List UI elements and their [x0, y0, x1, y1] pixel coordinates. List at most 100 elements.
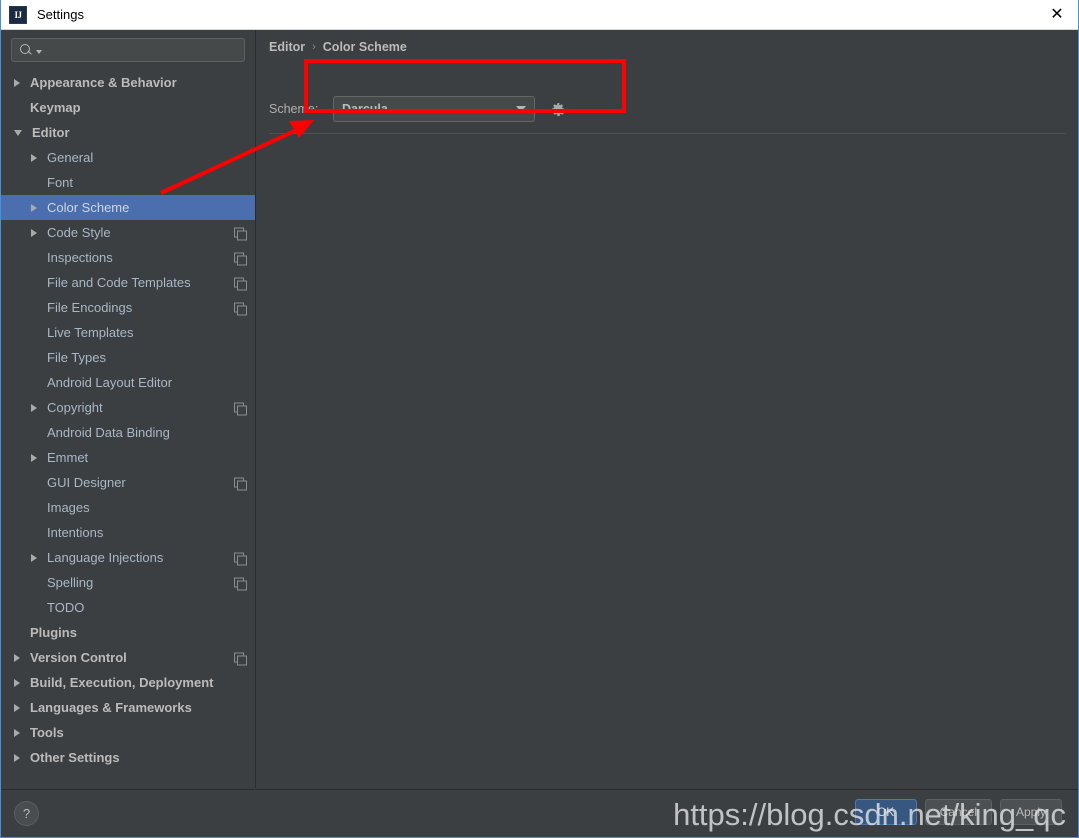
copy-icon[interactable]	[234, 227, 247, 240]
sidebar-item-editor[interactable]: Editor	[1, 120, 255, 145]
cancel-button[interactable]: Cancel	[924, 799, 992, 825]
sidebar-item-android-data-binding[interactable]: Android Data Binding	[1, 420, 255, 445]
search-input[interactable]	[47, 43, 238, 57]
sidebar-item-label: Other Settings	[30, 750, 120, 765]
sidebar-item-label: Appearance & Behavior	[30, 75, 177, 90]
sidebar-item-label: TODO	[47, 600, 85, 615]
chevron-right-icon[interactable]	[14, 653, 20, 662]
copy-icon[interactable]	[234, 252, 247, 265]
chevron-right-icon[interactable]	[14, 78, 20, 87]
sidebar-item-label: Keymap	[30, 100, 81, 115]
sidebar-item-todo[interactable]: TODO	[1, 595, 255, 620]
copy-icon[interactable]	[234, 577, 247, 590]
chevron-down-icon	[569, 108, 575, 113]
copy-icon[interactable]	[234, 402, 247, 415]
sidebar-item-label: Copyright	[47, 400, 103, 415]
chevron-down-icon	[516, 106, 526, 112]
divider	[269, 133, 1066, 134]
sidebar-item-other-settings[interactable]: Other Settings	[1, 745, 255, 770]
help-button[interactable]: ?	[14, 801, 39, 826]
sidebar-item-label: Android Layout Editor	[47, 375, 173, 390]
chevron-right-icon[interactable]	[31, 203, 37, 212]
chevron-down-icon[interactable]	[36, 49, 42, 54]
sidebar-item-label: Color Scheme	[47, 200, 130, 215]
sidebar-item-label: Emmet	[47, 450, 89, 465]
sidebar-item-label: Live Templates	[47, 325, 134, 340]
sidebar-item-language-injections[interactable]: Language Injections	[1, 545, 255, 570]
sidebar-item-label: Languages & Frameworks	[30, 700, 192, 715]
chevron-right-icon[interactable]	[31, 403, 37, 412]
sidebar-item-plugins[interactable]: Plugins	[1, 620, 255, 645]
sidebar-item-font[interactable]: Font	[1, 170, 255, 195]
chevron-right-icon[interactable]	[14, 753, 20, 762]
breadcrumb-parent[interactable]: Editor	[269, 40, 305, 54]
search-container	[1, 30, 255, 68]
sidebar-item-label: Images	[47, 500, 90, 515]
sidebar-item-version-control[interactable]: Version Control	[1, 645, 255, 670]
sidebar-item-color-scheme[interactable]: Color Scheme	[1, 195, 255, 220]
sidebar-item-emmet[interactable]: Emmet	[1, 445, 255, 470]
sidebar-item-label: Inspections	[47, 250, 113, 265]
scheme-label: Scheme:	[269, 102, 319, 116]
sidebar-item-label: Build, Execution, Deployment	[30, 675, 214, 690]
sidebar-item-label: File Encodings	[47, 300, 133, 315]
sidebar-item-keymap[interactable]: Keymap	[1, 95, 255, 120]
dialog-button-group: OK Cancel Apply	[854, 799, 1062, 825]
sidebar-item-inspections[interactable]: Inspections	[1, 245, 255, 270]
sidebar-item-copyright[interactable]: Copyright	[1, 395, 255, 420]
search-field[interactable]	[11, 38, 245, 62]
breadcrumb-current: Color Scheme	[322, 40, 407, 54]
settings-tree: Appearance & Behavior Keymap Editor General…	[1, 68, 255, 770]
chevron-right-icon[interactable]	[14, 703, 20, 712]
copy-icon[interactable]	[234, 302, 247, 315]
sidebar-item-tools[interactable]: Tools	[1, 720, 255, 745]
sidebar-item-android-layout-editor[interactable]: Android Layout Editor	[1, 370, 255, 395]
scheme-row: Scheme: Darcula	[269, 96, 575, 122]
settings-sidebar: Appearance & Behavior Keymap Editor General…	[1, 30, 256, 788]
intellij-logo-icon: IJ	[9, 5, 27, 24]
chevron-right-icon[interactable]	[31, 453, 37, 462]
copy-icon[interactable]	[234, 552, 247, 565]
scheme-settings-button[interactable]	[551, 102, 575, 117]
chevron-right-icon[interactable]	[31, 153, 37, 162]
sidebar-item-build-execution-deployment[interactable]: Build, Execution, Deployment	[1, 670, 255, 695]
close-icon[interactable]: ✕	[1034, 0, 1078, 29]
sidebar-item-file-and-code-templates[interactable]: File and Code Templates	[1, 270, 255, 295]
sidebar-item-label: Spelling	[47, 575, 94, 590]
sidebar-item-general[interactable]: General	[1, 145, 255, 170]
sidebar-item-file-encodings[interactable]: File Encodings	[1, 295, 255, 320]
sidebar-item-label: GUI Designer	[47, 475, 126, 490]
sidebar-item-languages-frameworks[interactable]: Languages & Frameworks	[1, 695, 255, 720]
chevron-right-icon[interactable]	[31, 553, 37, 562]
sidebar-item-gui-designer[interactable]: GUI Designer	[1, 470, 255, 495]
main-panel: Editor › Color Scheme Scheme: Darcula	[257, 30, 1078, 788]
sidebar-item-live-templates[interactable]: Live Templates	[1, 320, 255, 345]
sidebar-item-file-types[interactable]: File Types	[1, 345, 255, 370]
sidebar-item-images[interactable]: Images	[1, 495, 255, 520]
chevron-right-icon[interactable]	[14, 678, 20, 687]
sidebar-item-label: File and Code Templates	[47, 275, 191, 290]
sidebar-item-appearance-behavior[interactable]: Appearance & Behavior	[1, 70, 255, 95]
sidebar-item-label: File Types	[47, 350, 107, 365]
copy-icon[interactable]	[234, 652, 247, 665]
scheme-select[interactable]: Darcula	[333, 96, 535, 122]
sidebar-item-code-style[interactable]: Code Style	[1, 220, 255, 245]
apply-button[interactable]: Apply	[1000, 799, 1062, 825]
sidebar-item-spelling[interactable]: Spelling	[1, 570, 255, 595]
copy-icon[interactable]	[234, 277, 247, 290]
chevron-right-icon[interactable]	[14, 728, 20, 737]
sidebar-item-label: General	[47, 150, 94, 165]
sidebar-item-label: Version Control	[30, 650, 127, 665]
breadcrumb: Editor › Color Scheme	[269, 40, 407, 54]
sidebar-item-intentions[interactable]: Intentions	[1, 520, 255, 545]
chevron-down-icon[interactable]	[14, 129, 22, 136]
ok-button[interactable]: OK	[854, 799, 917, 825]
search-icon	[20, 43, 34, 57]
sidebar-item-label: Tools	[30, 725, 64, 740]
sidebar-item-label: Android Data Binding	[47, 425, 170, 440]
window-title: Settings	[37, 7, 84, 22]
breadcrumb-separator-icon: ›	[312, 41, 316, 53]
chevron-right-icon[interactable]	[31, 228, 37, 237]
gear-icon	[551, 102, 565, 116]
copy-icon[interactable]	[234, 477, 247, 490]
